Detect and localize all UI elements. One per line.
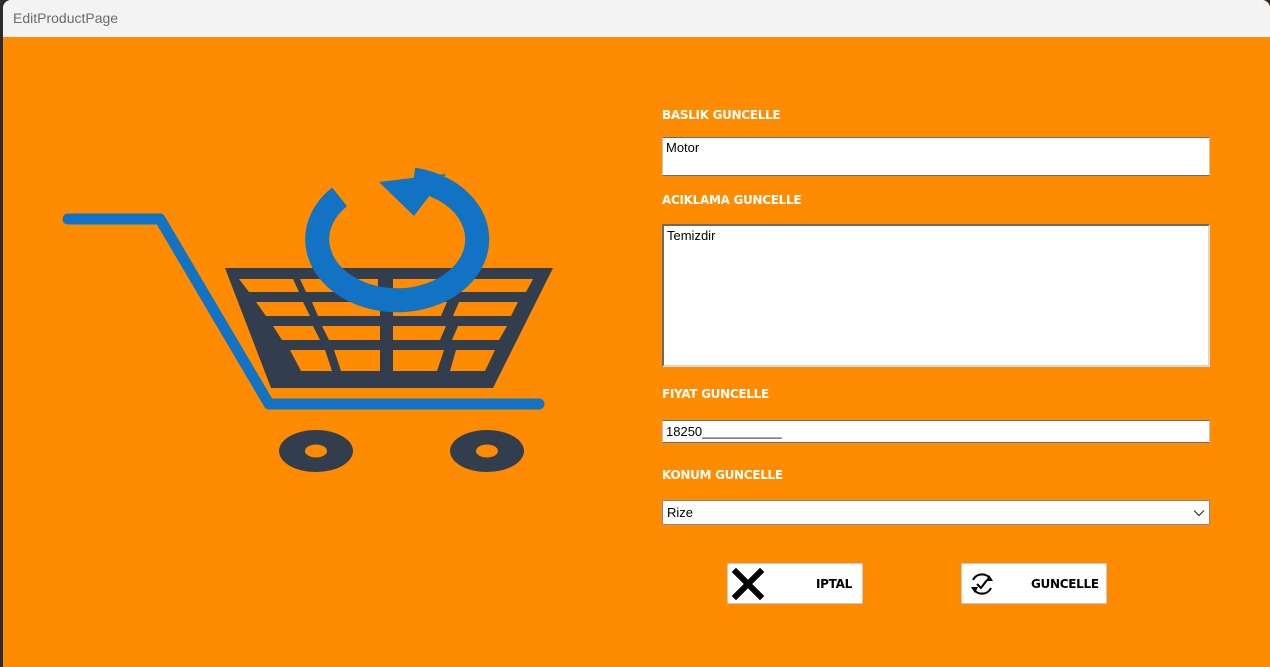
price-label: FIYAT GUNCELLE	[662, 387, 769, 401]
edit-product-window: EditProductPage BASLIK GUNCELLE Motor AC…	[3, 0, 1270, 667]
price-input[interactable]	[662, 420, 1210, 443]
shopping-cart-refresh-icon	[62, 167, 553, 472]
title-bar: EditProductPage	[3, 0, 1270, 37]
chevron-down-icon	[1193, 509, 1205, 516]
location-label: KONUM GUNCELLE	[662, 468, 783, 482]
cancel-button-label: IPTAL	[816, 577, 852, 591]
title-input[interactable]	[662, 137, 1210, 176]
refresh-check-icon	[971, 573, 993, 595]
update-button[interactable]: GUNCELLE	[961, 563, 1107, 604]
location-selected-value: Rize	[667, 505, 694, 520]
description-label: ACIKLAMA GUNCELLE	[662, 193, 802, 207]
title-label: BASLIK GUNCELLE	[662, 108, 781, 122]
cancel-button[interactable]: IPTAL	[727, 563, 863, 604]
close-x-icon	[731, 567, 765, 601]
location-select[interactable]: Rize	[662, 500, 1210, 525]
window-title: EditProductPage	[13, 10, 119, 26]
update-button-label: GUNCELLE	[1031, 577, 1099, 591]
description-textarea[interactable]: Temizdir	[662, 224, 1210, 367]
